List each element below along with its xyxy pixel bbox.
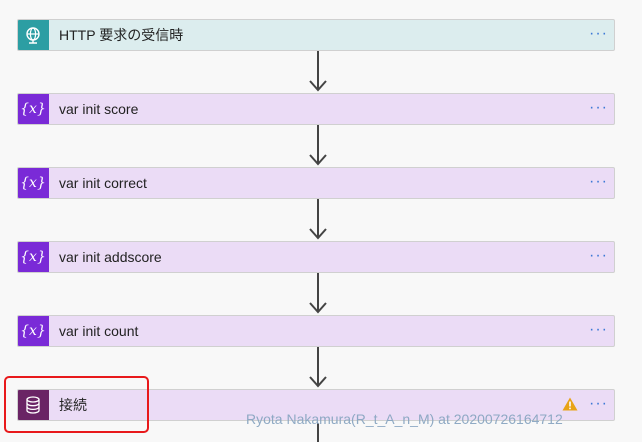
more-options-icon[interactable]: ··· xyxy=(589,246,608,266)
watermark: Ryota Nakamura(R_t_A_n_M) at 20200726164… xyxy=(246,411,563,427)
step-var-init-count[interactable]: {x} var init count ··· xyxy=(17,315,615,347)
step-title: var init score xyxy=(59,101,139,117)
step-var-init-addscore[interactable]: {x} var init addscore ··· xyxy=(17,241,615,273)
more-options-icon[interactable]: ··· xyxy=(589,320,608,340)
variable-icon: {x} xyxy=(18,168,49,198)
more-options-icon[interactable]: ··· xyxy=(589,172,608,192)
variable-icon: {x} xyxy=(18,242,49,272)
connector-arrow xyxy=(309,125,327,166)
step-title: var init correct xyxy=(59,175,147,191)
connector-arrow xyxy=(309,273,327,314)
step-http-request[interactable]: HTTP 要求の受信時 ··· xyxy=(17,19,615,51)
step-title: var init addscore xyxy=(59,249,162,265)
variable-icon: {x} xyxy=(18,94,49,124)
step-var-init-correct[interactable]: {x} var init correct ··· xyxy=(17,167,615,199)
step-title: var init count xyxy=(59,323,139,339)
highlight-box xyxy=(4,376,149,433)
step-var-init-score[interactable]: {x} var init score ··· xyxy=(17,93,615,125)
connector-arrow xyxy=(309,199,327,240)
more-options-icon[interactable]: ··· xyxy=(589,98,608,118)
connector-arrow xyxy=(309,51,327,92)
connector-arrow xyxy=(309,347,327,388)
step-title: HTTP 要求の受信時 xyxy=(59,27,184,43)
more-options-icon[interactable]: ··· xyxy=(589,24,608,44)
warning-icon[interactable] xyxy=(562,397,578,411)
variable-icon: {x} xyxy=(18,316,49,346)
more-options-icon[interactable]: ··· xyxy=(589,394,608,414)
globe-icon xyxy=(18,20,49,50)
